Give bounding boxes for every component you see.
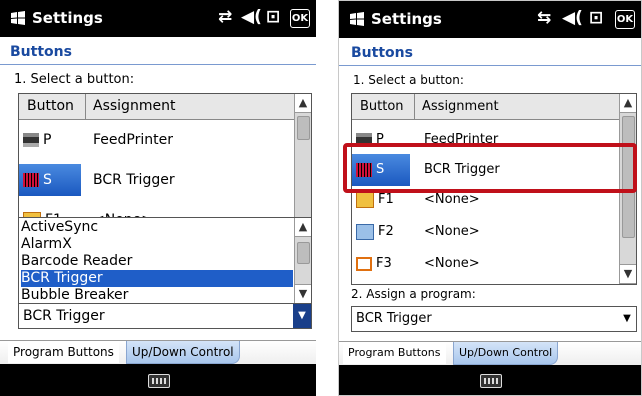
scroll-down-icon[interactable]: ▼: [620, 264, 636, 284]
column-assignment[interactable]: Assignment: [93, 94, 175, 119]
tab-up-down-control[interactable]: Up/Down Control: [126, 341, 240, 364]
button-key-label: F2: [378, 224, 394, 239]
dropdown-arrow-icon[interactable]: ▼: [293, 304, 311, 328]
step2-label: 2. Assign a program:: [351, 287, 476, 301]
assignment-value: BCR Trigger: [93, 172, 175, 188]
keyboard-icon[interactable]: [148, 374, 170, 388]
list-scrollbar[interactable]: ▲ ▼: [294, 218, 311, 304]
volume-icon[interactable]: ◀(: [562, 8, 583, 28]
tab-bar: Program Buttons Up/Down Control: [0, 340, 316, 365]
program-list[interactable]: ActiveSync AlarmX Barcode Reader BCR Tri…: [18, 217, 312, 305]
scroll-up-icon[interactable]: ▲: [620, 94, 636, 113]
button-key: S: [19, 164, 81, 196]
sync-icon[interactable]: ⇆: [537, 8, 551, 28]
scroll-up-icon[interactable]: ▲: [295, 94, 311, 113]
column-button[interactable]: Button: [360, 94, 404, 119]
tab-bar: Program Buttons Up/Down Control: [339, 341, 641, 366]
menu-bar: [339, 365, 641, 395]
right-screen: Settings ⇆ ◀( ⊡ OK Buttons 1. Select a b…: [338, 0, 642, 396]
column-separator: [414, 94, 415, 119]
grid-header: Button Assignment: [19, 94, 311, 120]
grid-row-selected[interactable]: S BCR Trigger: [19, 160, 295, 200]
title-bar: Settings ⇆ ◀( ⊡ OK: [339, 1, 641, 38]
grid-row[interactable]: F3 <None>: [352, 244, 620, 284]
keyboard-icon[interactable]: [480, 374, 502, 388]
combo-value: BCR Trigger: [356, 311, 432, 326]
divider: [339, 65, 641, 66]
grid-scrollbar[interactable]: ▲: [294, 94, 311, 218]
assignment-value: FeedPrinter: [93, 132, 173, 148]
app-title: Settings: [32, 9, 103, 27]
list-item[interactable]: Bubble Breaker: [21, 287, 293, 304]
program-combo[interactable]: BCR Trigger ▼: [18, 303, 312, 329]
grid-header: Button Assignment: [352, 94, 636, 120]
assignment-value: <None>: [424, 256, 480, 271]
tab-up-down-control[interactable]: Up/Down Control: [453, 342, 559, 365]
list-item-selected[interactable]: BCR Trigger: [21, 270, 293, 287]
sync-icon[interactable]: ⇄: [218, 7, 232, 27]
battery-icon[interactable]: ⊡: [589, 8, 603, 28]
function-key-icon: [356, 223, 374, 240]
barcode-icon: [23, 173, 39, 187]
windows-logo-icon[interactable]: [10, 10, 26, 26]
step1-label: 1. Select a button:: [353, 73, 464, 87]
grid-row[interactable]: P FeedPrinter: [19, 120, 295, 160]
button-key-label: P: [43, 132, 52, 148]
title-bar: Settings ⇄ ◀( ⊡ OK: [0, 0, 316, 37]
list-item[interactable]: Barcode Reader: [21, 253, 293, 270]
volume-icon[interactable]: ◀(: [241, 7, 262, 27]
tab-program-buttons[interactable]: Program Buttons: [343, 342, 446, 364]
highlight-box: [343, 143, 637, 193]
combo-value: BCR Trigger: [23, 308, 105, 324]
menu-bar: [0, 364, 316, 396]
page-heading: Buttons: [351, 45, 413, 61]
step1-label: 1. Select a button:: [14, 72, 135, 87]
column-assignment[interactable]: Assignment: [422, 94, 499, 119]
scroll-thumb[interactable]: [297, 116, 310, 140]
scroll-thumb[interactable]: [297, 242, 310, 264]
app-title: Settings: [371, 10, 442, 28]
list-item[interactable]: ActiveSync: [21, 219, 293, 236]
button-key-label: S: [43, 172, 52, 188]
column-button[interactable]: Button: [27, 94, 74, 119]
windows-logo-icon[interactable]: [349, 11, 365, 27]
ok-button[interactable]: OK: [615, 10, 635, 29]
button-key-label: F1: [378, 192, 394, 207]
function-key-icon: [356, 191, 374, 208]
list-item[interactable]: AlarmX: [21, 236, 293, 253]
dropdown-arrow-icon[interactable]: ▼: [618, 307, 636, 331]
button-key: F3: [352, 248, 410, 280]
page-heading: Buttons: [10, 44, 72, 60]
tab-program-buttons[interactable]: Program Buttons: [8, 341, 119, 363]
button-grid[interactable]: Button Assignment P FeedPrinter S BCR Tr…: [18, 93, 312, 228]
button-key: P: [19, 124, 81, 156]
button-key-label: F3: [376, 256, 392, 271]
left-screen: Settings ⇄ ◀( ⊡ OK Buttons 1. Select a b…: [0, 0, 316, 396]
column-separator: [85, 94, 86, 119]
divider: [0, 64, 316, 65]
function-key-icon: [356, 256, 372, 271]
ok-button[interactable]: OK: [290, 9, 310, 28]
printer-icon: [23, 133, 39, 147]
scroll-down-icon[interactable]: ▼: [295, 284, 311, 304]
program-combo[interactable]: BCR Trigger ▼: [351, 306, 637, 332]
battery-icon[interactable]: ⊡: [266, 7, 280, 27]
scroll-up-icon[interactable]: ▲: [295, 218, 311, 237]
